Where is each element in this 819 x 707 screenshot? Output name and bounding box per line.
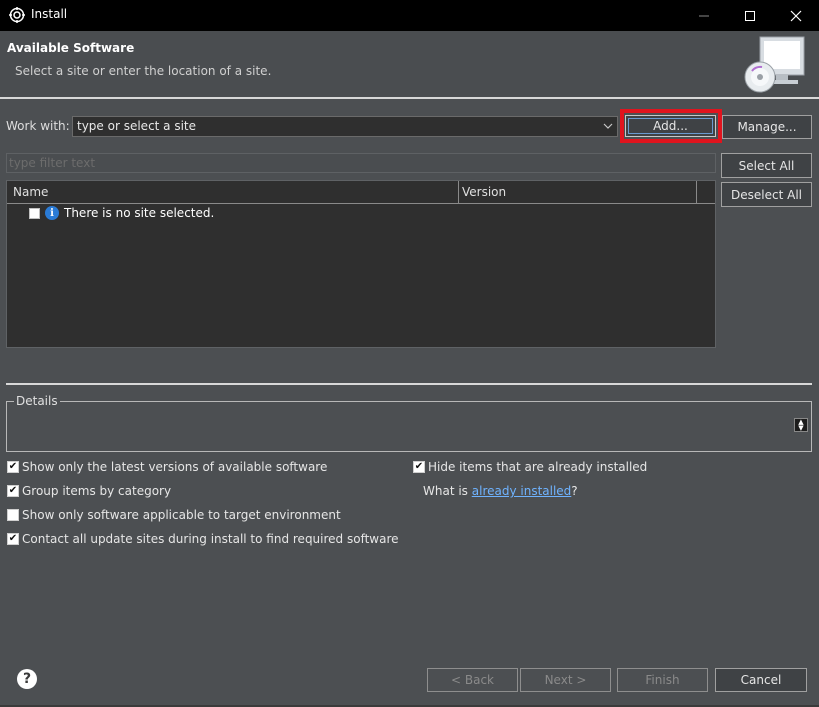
row-checkbox[interactable] [29, 208, 40, 219]
table-row-text: There is no site selected. [64, 206, 215, 220]
add-button-focus-ring [628, 118, 713, 134]
work-with-value: type or select a site [77, 119, 197, 133]
next-button[interactable]: Next > [520, 668, 611, 692]
option-hide-installed[interactable]: ✔ Hide items that are already installed [413, 460, 647, 474]
column-header-name[interactable]: Name [13, 185, 48, 199]
option-contact-all[interactable]: ✔ Contact all update sites during instal… [7, 532, 399, 546]
install-monitor-cd-icon [742, 35, 806, 95]
option-show-latest[interactable]: ✔ Show only the latest versions of avail… [7, 460, 327, 474]
what-is-prefix: What is [423, 484, 472, 498]
contact-all-checkbox[interactable]: ✔ [7, 533, 19, 545]
deselect-all-label: Deselect All [731, 187, 802, 202]
help-icon[interactable]: ? [17, 669, 37, 689]
details-scroll-spinner[interactable]: ▲ ▼ [794, 418, 808, 432]
option-group-by-category[interactable]: ✔ Group items by category [7, 484, 171, 498]
already-installed-link[interactable]: already installed [472, 484, 572, 498]
select-all-button[interactable]: Select All [721, 153, 812, 178]
window-title: Install [31, 7, 68, 21]
what-is-installed-line: What is already installed? [423, 484, 578, 498]
minimize-button[interactable] [681, 0, 727, 31]
page-subtitle: Select a site or enter the location of a… [15, 64, 272, 78]
finish-button-label: Finish [645, 673, 680, 687]
eclipse-app-icon [9, 7, 25, 23]
details-label: Details [14, 394, 60, 408]
show-applicable-label: Show only software applicable to target … [22, 508, 341, 522]
software-table[interactable]: Name Version i There is no site selected… [6, 180, 716, 348]
add-button[interactable]: Add... [625, 115, 716, 137]
cancel-button-label: Cancel [740, 673, 782, 687]
column-header-version[interactable]: Version [462, 185, 506, 199]
maximize-icon [745, 10, 755, 21]
close-button[interactable] [773, 0, 819, 31]
hide-installed-label: Hide items that are already installed [428, 460, 648, 474]
table-header: Name Version [7, 181, 715, 204]
column-divider[interactable] [696, 181, 697, 204]
back-button-label: < Back [450, 673, 494, 687]
contact-all-label: Contact all update sites during install … [22, 532, 399, 546]
manage-button-label: Manage... [737, 120, 797, 134]
what-is-suffix: ? [571, 484, 578, 498]
info-icon: i [45, 206, 59, 220]
chevron-down-icon[interactable] [602, 120, 614, 132]
maximize-button[interactable] [727, 0, 773, 31]
hide-installed-checkbox[interactable]: ✔ [413, 461, 425, 473]
select-all-label: Select All [738, 158, 795, 173]
show-applicable-checkbox[interactable] [7, 509, 19, 521]
minimize-icon [699, 15, 709, 16]
pane-sash[interactable] [6, 383, 812, 385]
close-icon [790, 10, 802, 21]
deselect-all-button[interactable]: Deselect All [721, 182, 812, 207]
back-button[interactable]: < Back [427, 668, 518, 692]
option-show-applicable[interactable]: Show only software applicable to target … [7, 508, 341, 522]
group-by-category-label: Group items by category [22, 484, 172, 498]
show-latest-checkbox[interactable]: ✔ [7, 461, 19, 473]
cancel-button[interactable]: Cancel [715, 668, 807, 692]
work-with-combo[interactable]: type or select a site [72, 116, 618, 137]
group-by-category-checkbox[interactable]: ✔ [7, 485, 19, 497]
page-title: Available Software [7, 41, 135, 55]
manage-button[interactable]: Manage... [722, 115, 812, 139]
finish-button[interactable]: Finish [617, 668, 708, 692]
column-divider[interactable] [458, 181, 459, 204]
work-with-label: Work with: [6, 119, 70, 133]
next-button-label: Next > [544, 673, 587, 687]
show-latest-label: Show only the latest versions of availab… [22, 460, 328, 474]
banner-separator [0, 97, 819, 99]
details-group [6, 401, 812, 452]
filter-input[interactable]: type filter text [6, 153, 716, 173]
